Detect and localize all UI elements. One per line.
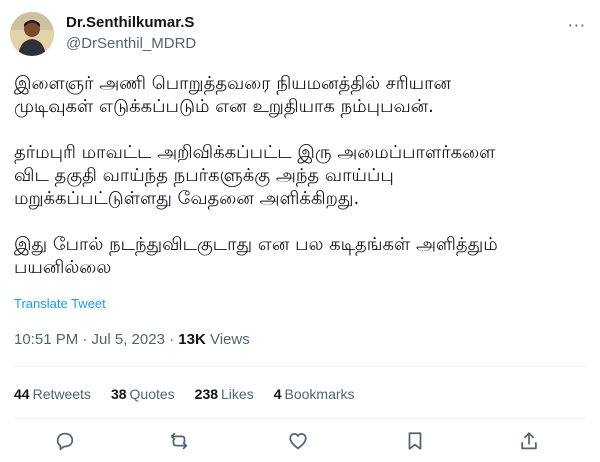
views-count: 13K <box>178 331 206 348</box>
more-options-icon[interactable]: ··· <box>568 16 586 35</box>
tweet-header: Dr.Senthilkumar.S @DrSenthil_MDRD ··· <box>8 8 592 60</box>
tweet-paragraph-3: இது போல் நடந்துவிடகுடாது என பல கடிதங்கள்… <box>14 234 498 278</box>
tweet-actions <box>0 428 600 458</box>
tweet-meta: 10:51 PM · Jul 5, 2023 · 13K Views <box>14 331 250 348</box>
divider <box>14 366 586 367</box>
author-handle[interactable]: @DrSenthil_MDRD <box>66 35 196 52</box>
avatar[interactable] <box>10 12 54 56</box>
bookmark-icon[interactable] <box>404 430 430 456</box>
likes-count: 238 <box>194 386 219 402</box>
tweet-paragraph-2: தர்மபுரி மாவட்ட அறிவிக்கப்பட்ட இரு அமைப்… <box>14 142 496 209</box>
tweet-text: இளைஞர் அணி பொறுத்தவரை நியமனத்தில் சரியான… <box>14 72 584 302</box>
quotes-count: 38 <box>110 386 127 402</box>
likes-label: Likes <box>221 386 254 402</box>
like-icon[interactable] <box>287 430 313 456</box>
quotes-stat[interactable]: 38 Quotes <box>111 386 175 402</box>
divider <box>14 418 586 419</box>
translate-tweet-link[interactable]: Translate Tweet <box>14 296 106 311</box>
share-icon[interactable] <box>518 430 544 456</box>
retweets-label: Retweets <box>32 386 91 402</box>
bookmarks-label: Bookmarks <box>284 386 355 402</box>
meta-separator: · <box>164 331 179 348</box>
views-label: Views <box>205 331 250 348</box>
retweets-count: 44 <box>14 386 30 402</box>
bookmarks-stat[interactable]: 4 Bookmarks <box>274 386 355 402</box>
quotes-label: Quotes <box>129 386 175 402</box>
reply-icon[interactable] <box>54 430 80 456</box>
likes-stat[interactable]: 238 Likes <box>195 386 254 402</box>
bookmarks-count: 4 <box>273 386 282 402</box>
retweet-icon[interactable] <box>168 430 194 456</box>
tweet-paragraph-1: இளைஞர் அணி பொறுத்தவரை நியமனத்தில் சரியான… <box>14 73 451 117</box>
retweets-stat[interactable]: 44 Retweets <box>14 386 91 402</box>
tweet-stats: 44 Retweets 38 Quotes 238 Likes 4 Bookmarks <box>14 386 355 402</box>
author-display-name[interactable]: Dr.Senthilkumar.S <box>66 14 194 31</box>
timestamp[interactable]: 10:51 PM · Jul 5, 2023 <box>14 331 165 348</box>
